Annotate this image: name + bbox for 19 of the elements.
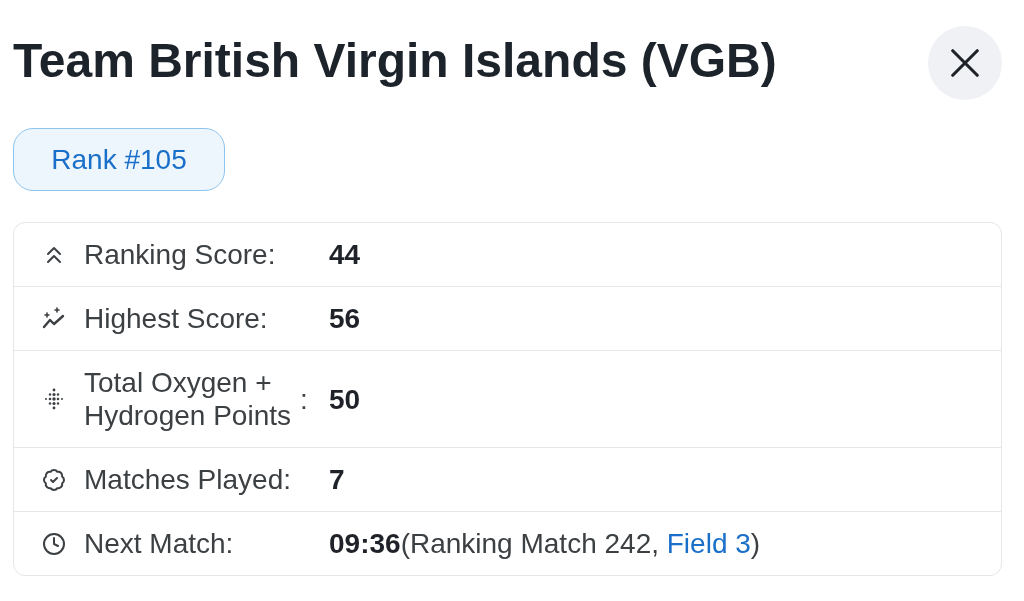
badge-check-icon [42,467,66,492]
stat-value: 7 [329,463,345,496]
field-link[interactable]: Field 3 [666,528,751,559]
next-match-value: 09:36(Ranking Match 242, Field 3) [329,527,761,560]
stat-value: 44 [329,238,361,271]
stat-label: Highest Score: [84,302,269,335]
stat-label: Next Match: [84,527,235,560]
label-colon: : [300,383,308,415]
stat-label: Matches Played: [84,463,292,496]
stat-label: Total Oxygen + Hydrogen Points [84,366,292,432]
dot-grid-icon [42,387,66,411]
stat-value: 50 [329,382,361,416]
stat-label: Ranking Score: [84,238,277,271]
clock-icon [42,531,66,556]
rank-badge: Rank #105 [13,128,225,191]
close-icon [951,49,979,77]
stat-value: 56 [329,302,361,335]
trend-line-sparkle-icon [42,306,66,331]
dialog-title: Team British Virgin Islands (VGB) [13,33,777,89]
